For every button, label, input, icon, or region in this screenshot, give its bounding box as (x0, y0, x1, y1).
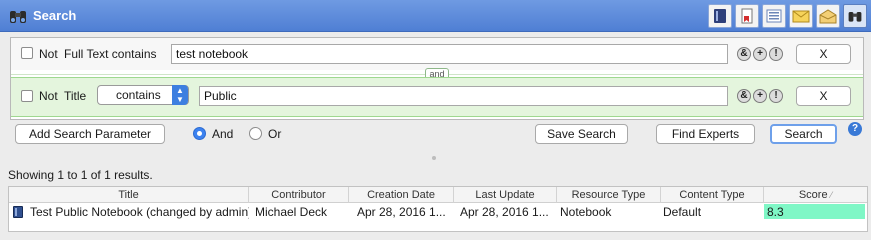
criterion-row-title: Not Title contains ▲ ▼ Public & + ! X (11, 77, 863, 117)
column-header-last-update[interactable]: Last Update (454, 187, 557, 203)
list-icon[interactable] (762, 4, 786, 28)
cell-last-update[interactable]: Apr 28, 2016 1... (457, 204, 557, 220)
help-icon[interactable]: ? (848, 122, 862, 136)
save-search-button[interactable]: Save Search (535, 124, 628, 144)
and-radio-label: And (212, 127, 234, 141)
splitter-grip-icon (432, 156, 436, 160)
cell-creation-date[interactable]: Apr 28, 2016 1... (354, 204, 454, 220)
operator-value: contains (116, 88, 161, 102)
or-radio-label: Or (268, 127, 282, 141)
results-table: Title Contributor Creation Date Last Upd… (8, 186, 868, 232)
add-clause-button-2[interactable]: + (753, 89, 767, 103)
sort-indicator-icon: ⁄ (830, 190, 833, 200)
score-header-label: Score (798, 189, 828, 201)
full-text-input[interactable]: test notebook (171, 44, 728, 64)
window-titlebar: Search (0, 0, 871, 32)
and-clause-button-2[interactable]: & (737, 89, 751, 103)
criterion-row-full-text: Not Full Text contains test notebook & +… (11, 38, 863, 70)
column-header-score[interactable]: Score ⁄ (764, 187, 867, 203)
column-header-creation-date[interactable]: Creation Date (349, 187, 454, 203)
and-clause-button-1[interactable]: & (737, 47, 751, 61)
not-checkbox-1[interactable] (21, 47, 33, 59)
not-label-1: Not (39, 47, 58, 61)
remove-criterion-button-2[interactable]: X (796, 86, 851, 106)
column-header-title[interactable]: Title (9, 187, 249, 203)
column-header-content-type[interactable]: Content Type (661, 187, 764, 203)
cell-contributor[interactable]: Michael Deck (252, 204, 349, 220)
or-radio[interactable] (249, 127, 262, 140)
column-header-contributor[interactable]: Contributor (249, 187, 349, 203)
cell-resource-type[interactable]: Notebook (557, 204, 661, 220)
operator-select[interactable]: contains ▲ ▼ (97, 85, 189, 105)
notebook-icon[interactable] (708, 4, 732, 28)
search-criteria-panel: Not Full Text contains test notebook & +… (10, 37, 864, 120)
column-header-resource-type[interactable]: Resource Type (557, 187, 661, 203)
not-checkbox-2[interactable] (21, 90, 33, 102)
cell-score[interactable]: 8.3 (764, 204, 864, 220)
window-title: Search (33, 8, 77, 23)
toolbar (708, 4, 867, 28)
add-clause-button-1[interactable]: + (753, 47, 767, 61)
add-search-parameter-button[interactable]: Add Search Parameter (15, 124, 165, 144)
cell-content-type[interactable]: Default (660, 204, 764, 220)
field-label-title: Title (64, 89, 87, 103)
select-arrows-icon: ▲ ▼ (172, 85, 188, 105)
results-summary: Showing 1 to 1 of 1 results. (8, 168, 153, 182)
notebook-icon (13, 206, 23, 218)
not-clause-button-1[interactable]: ! (769, 47, 783, 61)
binoculars-toolbar-icon[interactable] (843, 4, 867, 28)
remove-criterion-button-1[interactable]: X (796, 44, 851, 64)
and-radio[interactable] (193, 127, 206, 140)
not-label-2: Not (39, 89, 58, 103)
bookmark-document-icon[interactable] (735, 4, 759, 28)
title-input[interactable]: Public (199, 86, 728, 106)
not-clause-button-2[interactable]: ! (769, 89, 783, 103)
mail-icon[interactable] (789, 4, 813, 28)
open-mail-icon[interactable] (816, 4, 840, 28)
panel-splitter[interactable] (0, 154, 871, 162)
search-button[interactable]: Search (770, 124, 837, 144)
find-experts-button[interactable]: Find Experts (656, 124, 755, 144)
field-label-full-text: Full Text contains (64, 47, 157, 61)
binoculars-icon (10, 11, 26, 23)
cell-title[interactable]: Test Public Notebook (changed by admin) (27, 204, 249, 220)
